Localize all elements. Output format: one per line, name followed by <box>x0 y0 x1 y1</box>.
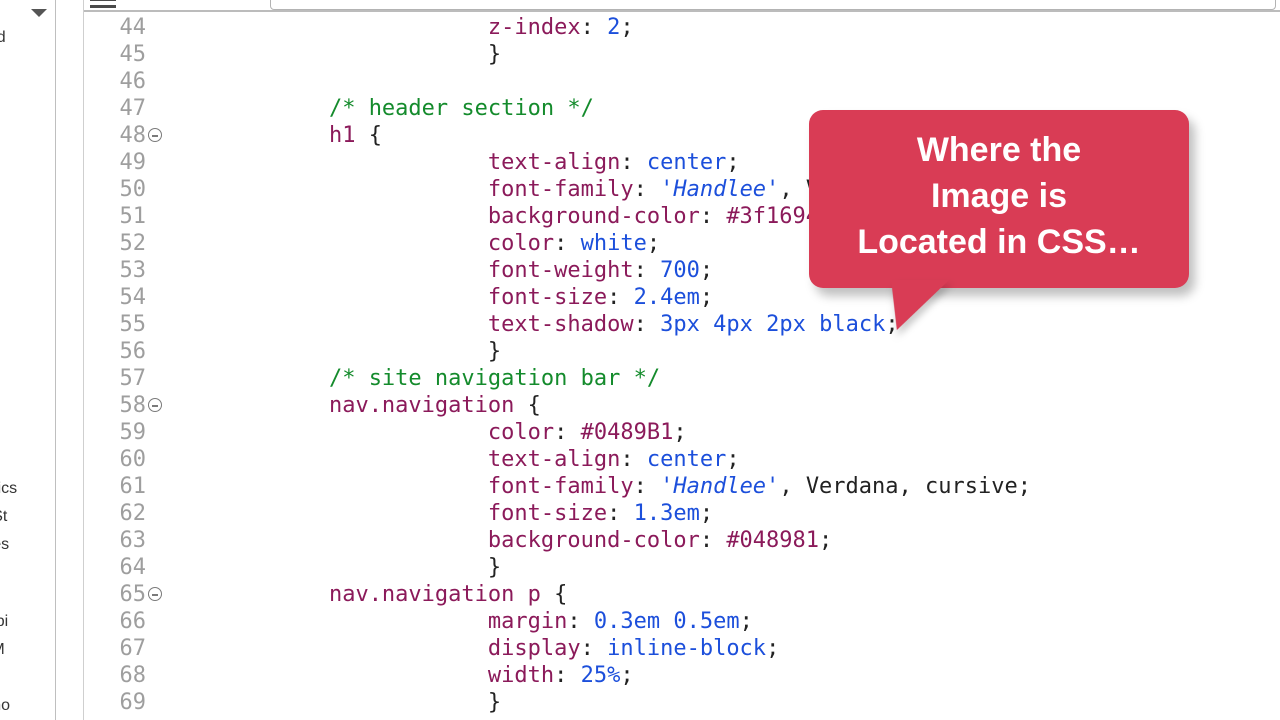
code-content[interactable]: text-align: center; <box>148 149 740 176</box>
app-root: ound Basics nd St butes .cmpi HTM nd ho … <box>0 0 1280 720</box>
code-content[interactable]: h1 { <box>148 122 382 149</box>
line-number: 59 <box>84 419 148 446</box>
code-content[interactable]: text-align: center; <box>148 446 740 473</box>
line-number: 56 <box>84 338 148 365</box>
code-line[interactable]: 62 font-size: 1.3em; <box>84 500 1280 527</box>
hamburger-icon[interactable] <box>90 0 116 8</box>
code-content[interactable]: z-index: 2; <box>148 14 634 41</box>
side-outline-panel: ound Basics nd St butes .cmpi HTM nd ho <box>0 0 56 720</box>
line-number: 66 <box>84 608 148 635</box>
code-line[interactable]: 68 width: 25%; <box>84 662 1280 689</box>
code-content[interactable]: nav.navigation p { <box>148 581 567 608</box>
code-line[interactable]: 59 color: #0489B1; <box>84 419 1280 446</box>
code-line[interactable]: 66 margin: 0.3em 0.5em; <box>84 608 1280 635</box>
code-line[interactable]: 46 <box>84 68 1280 95</box>
outline-item[interactable]: butes <box>0 531 9 559</box>
code-line[interactable]: 45 } <box>84 41 1280 68</box>
code-content[interactable]: font-family: 'Handlee', Verdana, <box>148 176 912 203</box>
callout-line: Image is <box>831 174 1167 220</box>
line-number: 52 <box>84 230 148 257</box>
code-content[interactable]: font-size: 1.3em; <box>148 500 713 527</box>
path-field[interactable] <box>270 0 1276 10</box>
dropdown-icon[interactable] <box>29 6 49 24</box>
callout-line: Located in CSS… <box>831 220 1167 266</box>
line-number: 60 <box>84 446 148 473</box>
code-content[interactable]: background-color: #3f1694; <box>148 203 832 230</box>
code-line[interactable]: 69 } <box>84 689 1280 716</box>
code-content[interactable]: background-color: #048981; <box>148 527 832 554</box>
code-content[interactable]: text-shadow: 3px 4px 2px black; <box>148 311 899 338</box>
code-line[interactable]: 57 /* site navigation bar */ <box>84 365 1280 392</box>
fold-icon[interactable] <box>148 128 162 142</box>
code-line[interactable]: 61 font-family: 'Handlee', Verdana, curs… <box>84 473 1280 500</box>
line-number: 55 <box>84 311 148 338</box>
code-content[interactable]: font-weight: 700; <box>148 257 713 284</box>
code-line[interactable]: 58 nav.navigation { <box>84 392 1280 419</box>
code-content[interactable]: margin: 0.3em 0.5em; <box>148 608 753 635</box>
outline-item[interactable]: HTM <box>0 636 5 664</box>
code-content[interactable]: nav.navigation { <box>148 392 541 419</box>
line-number: 45 <box>84 41 148 68</box>
code-line[interactable]: 44 z-index: 2; <box>84 14 1280 41</box>
code-content[interactable]: } <box>148 689 501 716</box>
line-number: 47 <box>84 95 148 122</box>
code-content[interactable]: font-size: 2.4em; <box>148 284 713 311</box>
line-number: 53 <box>84 257 148 284</box>
line-number: 49 <box>84 149 148 176</box>
code-content[interactable]: } <box>148 338 501 365</box>
code-content[interactable]: } <box>148 554 501 581</box>
code-content[interactable]: } <box>148 41 501 68</box>
line-number: 67 <box>84 635 148 662</box>
code-line[interactable]: 60 text-align: center; <box>84 446 1280 473</box>
code-line[interactable]: 54 font-size: 2.4em; <box>84 284 1280 311</box>
code-editor[interactable]: 44 z-index: 2;45 }4647 /* header section… <box>84 0 1280 720</box>
code-line[interactable]: 67 display: inline-block; <box>84 635 1280 662</box>
code-content[interactable]: width: 25%; <box>148 662 634 689</box>
code-content[interactable]: font-family: 'Handlee', Verdana, cursive… <box>148 473 1031 500</box>
line-number: 62 <box>84 500 148 527</box>
code-line[interactable]: 55 text-shadow: 3px 4px 2px black; <box>84 311 1280 338</box>
line-number: 51 <box>84 203 148 230</box>
code-content[interactable]: color: white; <box>148 230 660 257</box>
code-content[interactable]: /* header section */ <box>148 95 594 122</box>
outline-item[interactable]: .cmpi <box>0 608 8 636</box>
line-number: 57 <box>84 365 148 392</box>
annotation-callout: Where the Image is Located in CSS… <box>809 110 1189 288</box>
line-number: 69 <box>84 689 148 716</box>
code-line[interactable]: 63 background-color: #048981; <box>84 527 1280 554</box>
line-number: 44 <box>84 14 148 41</box>
code-content[interactable]: color: #0489B1; <box>148 419 687 446</box>
fold-icon[interactable] <box>148 398 162 412</box>
code-line[interactable]: 65 nav.navigation p { <box>84 581 1280 608</box>
line-number: 63 <box>84 527 148 554</box>
outline-item[interactable]: nd St <box>0 503 7 531</box>
line-number: 48 <box>84 122 148 149</box>
line-number: 50 <box>84 176 148 203</box>
code-line[interactable]: 64 } <box>84 554 1280 581</box>
editor-toolbar <box>84 0 1280 12</box>
panel-divider[interactable] <box>56 0 84 720</box>
line-number: 65 <box>84 581 148 608</box>
outline-item[interactable]: ound <box>0 24 6 52</box>
outline-item[interactable]: nd ho <box>0 692 10 720</box>
outline-item[interactable]: Basics <box>0 475 17 503</box>
line-number: 46 <box>84 68 148 95</box>
line-number: 54 <box>84 284 148 311</box>
callout-line: Where the <box>831 128 1167 174</box>
line-number: 68 <box>84 662 148 689</box>
code-content[interactable]: /* site navigation bar */ <box>148 365 660 392</box>
fold-icon[interactable] <box>148 587 162 601</box>
code-line[interactable]: 56 } <box>84 338 1280 365</box>
line-number: 61 <box>84 473 148 500</box>
code-content[interactable]: display: inline-block; <box>148 635 779 662</box>
line-number: 58 <box>84 392 148 419</box>
line-number: 64 <box>84 554 148 581</box>
